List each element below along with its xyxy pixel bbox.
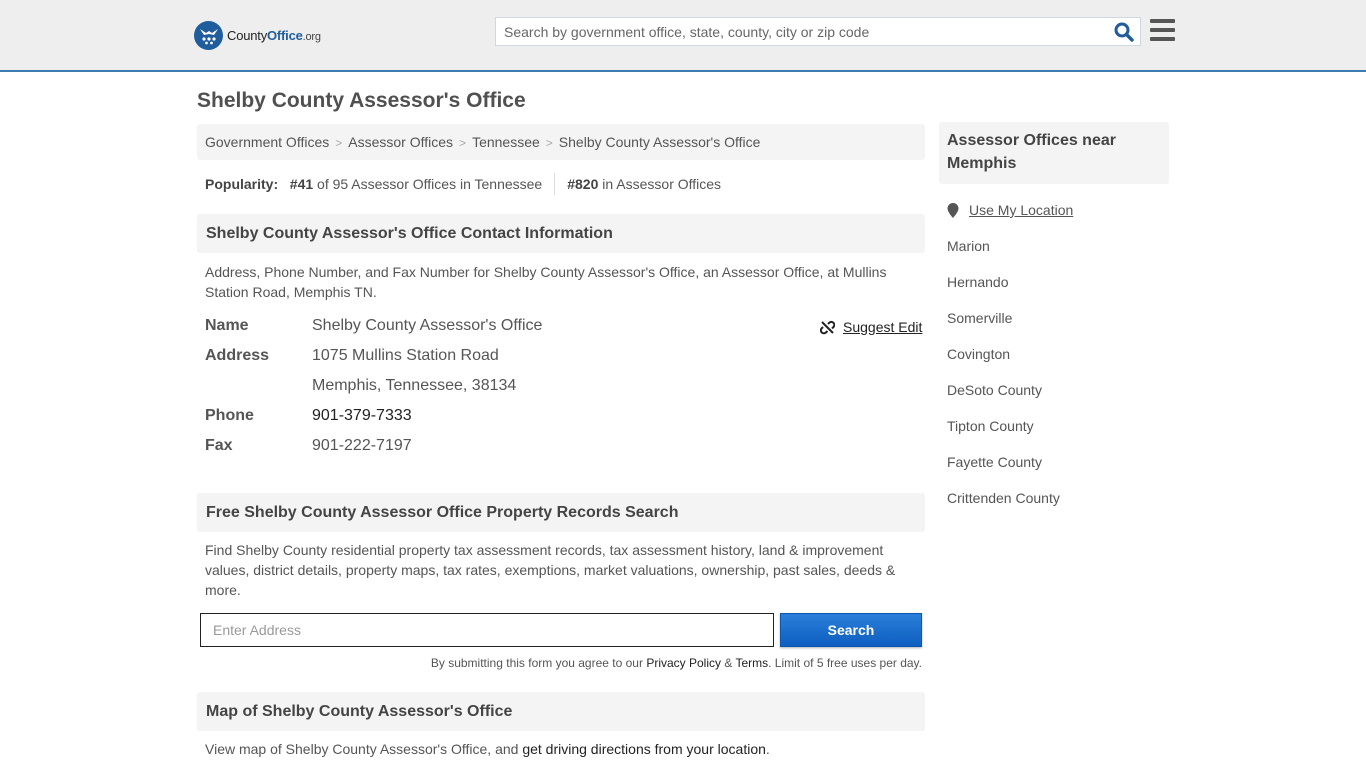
breadcrumb-separator: >: [545, 136, 553, 150]
divider: [554, 173, 556, 195]
popularity-stats: Popularity: #41 of 95 Assessor Offices i…: [205, 173, 721, 195]
address-search-input[interactable]: [200, 613, 774, 647]
name-label: Name: [205, 317, 249, 334]
driving-directions-link[interactable]: get driving directions from your locatio…: [522, 741, 766, 757]
nearby-offices-list: Marion Hernando Somerville Covington DeS…: [947, 238, 1060, 526]
nearby-link-somerville[interactable]: Somerville: [947, 310, 1012, 326]
nearby-link-tipton-county[interactable]: Tipton County: [947, 418, 1034, 434]
site-search-input[interactable]: [496, 18, 1096, 45]
list-item: Tipton County: [947, 418, 1060, 454]
form-disclaimer: By submitting this form you agree to our…: [430, 656, 922, 670]
list-item: Fayette County: [947, 454, 1060, 490]
breadcrumb-current: Shelby County Assessor's Office: [558, 134, 761, 150]
info-row-address-2: Memphis, Tennessee, 38134: [205, 377, 516, 395]
nearby-link-fayette-county[interactable]: Fayette County: [947, 454, 1042, 470]
info-row-phone: Phone 901-379-7333: [205, 407, 412, 425]
suggest-edit-label: Suggest Edit: [843, 319, 923, 335]
national-rank: #820: [567, 176, 599, 192]
breadcrumb: Government Offices > Assessor Offices > Tenn…: [197, 124, 925, 160]
broken-link-icon: [820, 320, 835, 334]
sidebar-heading: Assessor Offices near Memphis: [939, 122, 1169, 184]
nearby-link-crittenden-county[interactable]: Crittenden County: [947, 490, 1060, 506]
name-value: Shelby County Assessor's Office: [312, 317, 543, 334]
countyoffice-logo[interactable]: CountyOffice.org: [194, 20, 321, 50]
address-line2: Memphis, Tennessee, 38134: [312, 377, 517, 394]
nearby-link-desoto-county[interactable]: DeSoto County: [947, 382, 1042, 398]
list-item: Hernando: [947, 274, 1060, 310]
terms-link[interactable]: Terms: [735, 656, 768, 670]
eagle-logo-icon: [194, 20, 223, 50]
address-line1: 1075 Mullins Station Road: [312, 347, 499, 364]
list-item: Crittenden County: [947, 490, 1060, 526]
hamburger-menu-icon[interactable]: [1150, 19, 1175, 41]
contact-description: Address, Phone Number, and Fax Number fo…: [205, 264, 887, 300]
suggest-edit-link[interactable]: Suggest Edit: [820, 319, 922, 335]
state-rank-text: of 95 Assessor Offices in Tennessee: [317, 176, 543, 192]
list-item: Covington: [947, 346, 1060, 382]
address-search-button[interactable]: Search: [780, 613, 922, 647]
list-item: Marion: [947, 238, 1060, 274]
breadcrumb-tennessee[interactable]: Tennessee: [472, 134, 540, 150]
site-search: [495, 17, 1141, 46]
breadcrumb-government-offices[interactable]: Government Offices: [205, 134, 329, 150]
info-row-fax: Fax 901-222-7197: [205, 437, 412, 455]
national-rank-text: in Assessor Offices: [602, 176, 722, 192]
search-icon[interactable]: [1114, 22, 1134, 42]
list-item: DeSoto County: [947, 382, 1060, 418]
fax-value: 901-222-7197: [312, 437, 412, 454]
info-row-address: Address 1075 Mullins Station Road: [205, 347, 499, 365]
phone-label: Phone: [205, 407, 254, 424]
breadcrumb-separator: >: [459, 136, 467, 150]
info-row-name: Name Shelby County Assessor's Office: [205, 317, 542, 335]
records-description: Find Shelby County residential property …: [205, 542, 896, 598]
address-label: Address: [205, 347, 270, 364]
use-my-location-link[interactable]: Use My Location: [947, 202, 1073, 218]
map-description: View map of Shelby County Assessor's Off…: [205, 741, 770, 757]
breadcrumb-separator: >: [335, 136, 343, 150]
nearby-link-covington[interactable]: Covington: [947, 346, 1010, 362]
list-item: Somerville: [947, 310, 1060, 346]
fax-label: Fax: [205, 437, 233, 454]
site-header: CountyOffice.org: [0, 0, 1366, 72]
records-search-heading: Free Shelby County Assessor Office Prope…: [197, 493, 925, 532]
use-my-location-label: Use My Location: [969, 202, 1074, 218]
popularity-label: Popularity:: [205, 176, 279, 192]
logo-text: CountyOffice.org: [227, 27, 321, 43]
nearby-link-hernando[interactable]: Hernando: [947, 274, 1009, 290]
contact-info-heading: Shelby County Assessor's Office Contact …: [197, 214, 925, 253]
map-pin-icon: [947, 202, 959, 218]
page-title: Shelby County Assessor's Office: [197, 89, 526, 112]
phone-link[interactable]: 901-379-7333: [312, 407, 412, 424]
breadcrumb-assessor-offices[interactable]: Assessor Offices: [348, 134, 453, 150]
privacy-policy-link[interactable]: Privacy Policy: [646, 656, 721, 670]
nearby-link-marion[interactable]: Marion: [947, 238, 990, 254]
state-rank: #41: [289, 176, 314, 192]
map-heading: Map of Shelby County Assessor's Office: [197, 692, 925, 731]
